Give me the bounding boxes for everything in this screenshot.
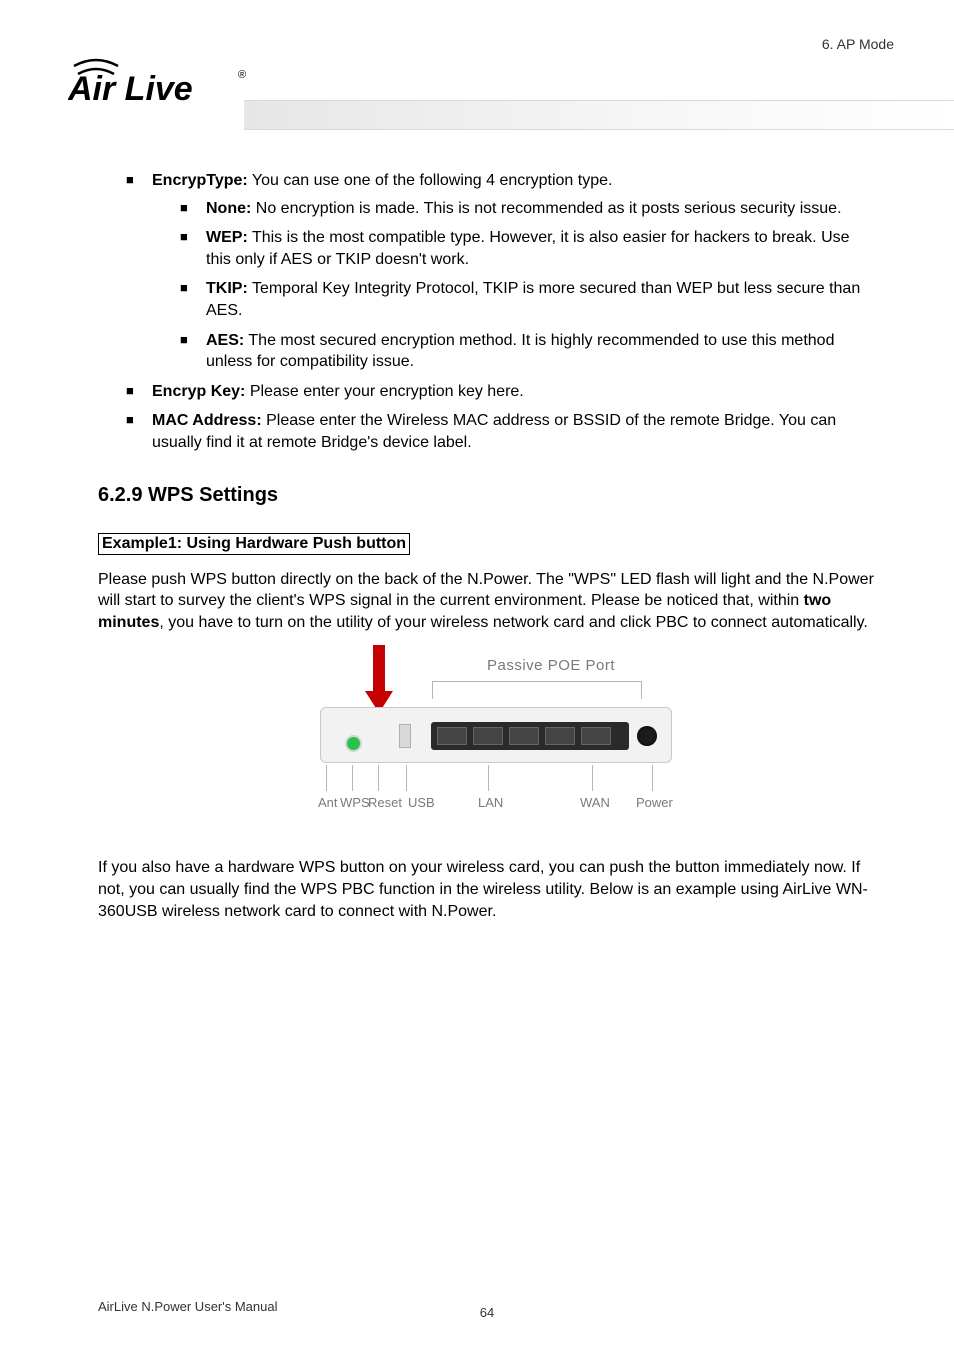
- poe-port-label: Passive POE Port: [487, 657, 615, 674]
- example-title: Example1: Using Hardware Push button: [98, 533, 410, 555]
- manual-title: AirLive N.Power User's Manual: [98, 1299, 278, 1314]
- section-title: 6.2.9 WPS Settings: [98, 484, 876, 507]
- label: TKIP:: [206, 280, 248, 297]
- callout-power: Power: [636, 795, 673, 810]
- p1a: Please push WPS button directly on the b…: [98, 571, 874, 610]
- ethernet-port-icon: [509, 727, 539, 745]
- p1b: , you have to turn on the utility of you…: [159, 614, 867, 631]
- callout-lan: LAN: [478, 795, 503, 810]
- text: No encryption is made. This is not recom…: [251, 200, 841, 217]
- item-tkip: TKIP: Temporal Key Integrity Protocol, T…: [152, 278, 876, 321]
- paragraph-1: Please push WPS button directly on the b…: [98, 569, 876, 634]
- label: None:: [206, 200, 251, 217]
- label: WEP:: [206, 229, 248, 246]
- label: EncrypType:: [152, 172, 248, 189]
- callout-row: Ant WPS Reset USB LAN WAN Power: [320, 765, 672, 825]
- text: You can use one of the following 4 encry…: [248, 172, 613, 189]
- callout-wps: WPS: [340, 795, 370, 810]
- item-encryptype: EncrypType: You can use one of the follo…: [98, 170, 876, 373]
- item-wep: WEP: This is the most compatible type. H…: [152, 227, 876, 270]
- item-aes: AES: The most secured encryption method.…: [152, 330, 876, 373]
- ethernet-port-icon: [437, 727, 467, 745]
- text: Temporal Key Integrity Protocol, TKIP is…: [206, 280, 860, 319]
- usb-port-icon: [399, 724, 411, 748]
- callout-reset: Reset: [368, 795, 402, 810]
- text: The most secured encryption method. It i…: [206, 332, 834, 371]
- text: Please enter your encryption key here.: [245, 383, 523, 400]
- text: This is the most compatible type. Howeve…: [206, 229, 850, 268]
- paragraph-2: If you also have a hardware WPS button o…: [98, 857, 876, 922]
- svg-text:Air Live: Air Live: [68, 70, 193, 106]
- callout-ant: Ant: [318, 795, 338, 810]
- lan-panel: [431, 722, 629, 750]
- label: Encryp Key:: [152, 383, 245, 400]
- label: AES:: [206, 332, 244, 349]
- page-number: 64: [480, 1305, 494, 1320]
- svg-text:®: ®: [238, 69, 246, 81]
- airlive-logo: Air Live ®: [68, 52, 258, 106]
- label: MAC Address:: [152, 412, 262, 429]
- ethernet-port-icon: [473, 727, 503, 745]
- item-encrypkey: Encryp Key: Please enter your encryption…: [98, 381, 876, 403]
- power-jack-icon: [637, 726, 657, 746]
- ethernet-port-icon: [581, 727, 611, 745]
- callout-usb: USB: [408, 795, 435, 810]
- ethernet-port-icon: [545, 727, 575, 745]
- poe-bracket: [432, 681, 642, 699]
- header-band: [244, 100, 954, 130]
- led-icon: [347, 737, 360, 750]
- wps-arrow-icon: [367, 645, 391, 715]
- chapter-label: 6. AP Mode: [822, 36, 894, 52]
- page-content: EncrypType: You can use one of the follo…: [98, 170, 876, 922]
- device-illustration: Passive POE Port: [98, 647, 876, 837]
- callout-wan: WAN: [580, 795, 610, 810]
- item-mac: MAC Address: Please enter the Wireless M…: [98, 410, 876, 453]
- item-none: None: No encryption is made. This is not…: [152, 198, 876, 220]
- router-body: [320, 707, 672, 763]
- page-footer: AirLive N.Power User's Manual 64: [98, 1299, 876, 1314]
